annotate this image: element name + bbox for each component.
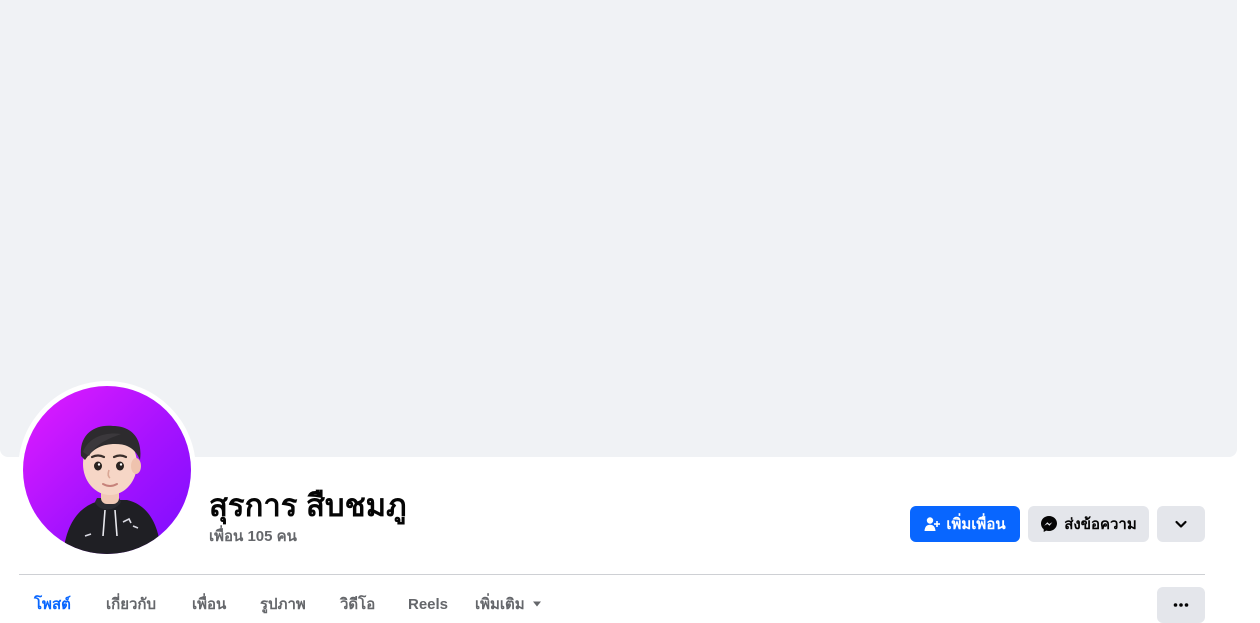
tab-videos[interactable]: วิดีโอ (340, 586, 375, 622)
profile-name: สุรการ สืบชมภู (209, 488, 407, 523)
tab-friends[interactable]: เพื่อน (192, 586, 226, 622)
messenger-icon (1040, 515, 1058, 533)
profile-picture[interactable] (23, 386, 191, 554)
tab-label: Reels (408, 595, 449, 613)
tab-posts[interactable]: โพสต์ (34, 586, 71, 622)
add-friend-button[interactable]: เพิ่มเพื่อน (910, 506, 1020, 542)
avatar-illustration (63, 425, 161, 554)
tab-label: วิดีโอ (340, 596, 376, 613)
tab-label: เกี่ยวกับ (106, 596, 157, 613)
tab-overflow-button[interactable] (1157, 587, 1205, 623)
chevron-down-icon (1174, 517, 1188, 531)
tab-label: เพิ่มเติม (475, 596, 525, 613)
send-message-label: ส่งข้อความ (1064, 516, 1137, 533)
tab-label: รูปภาพ (260, 596, 306, 613)
more-actions-button[interactable] (1157, 506, 1205, 542)
send-message-button[interactable]: ส่งข้อความ (1028, 506, 1149, 542)
tab-more[interactable]: เพิ่มเติม (475, 586, 542, 622)
tab-label: เพื่อน (192, 596, 227, 613)
tab-about[interactable]: เกี่ยวกับ (106, 586, 156, 622)
friend-count[interactable]: เพื่อน 105 คน (209, 524, 297, 548)
profile-divider (19, 574, 1205, 575)
tab-photos[interactable]: รูปภาพ (260, 586, 306, 622)
add-friend-label: เพิ่มเพื่อน (946, 516, 1006, 533)
tab-label: โพสต์ (34, 596, 71, 613)
ellipsis-icon (1173, 603, 1189, 607)
tab-reels[interactable]: Reels (408, 586, 448, 622)
person-add-icon (924, 516, 941, 532)
caret-down-icon (532, 600, 542, 608)
